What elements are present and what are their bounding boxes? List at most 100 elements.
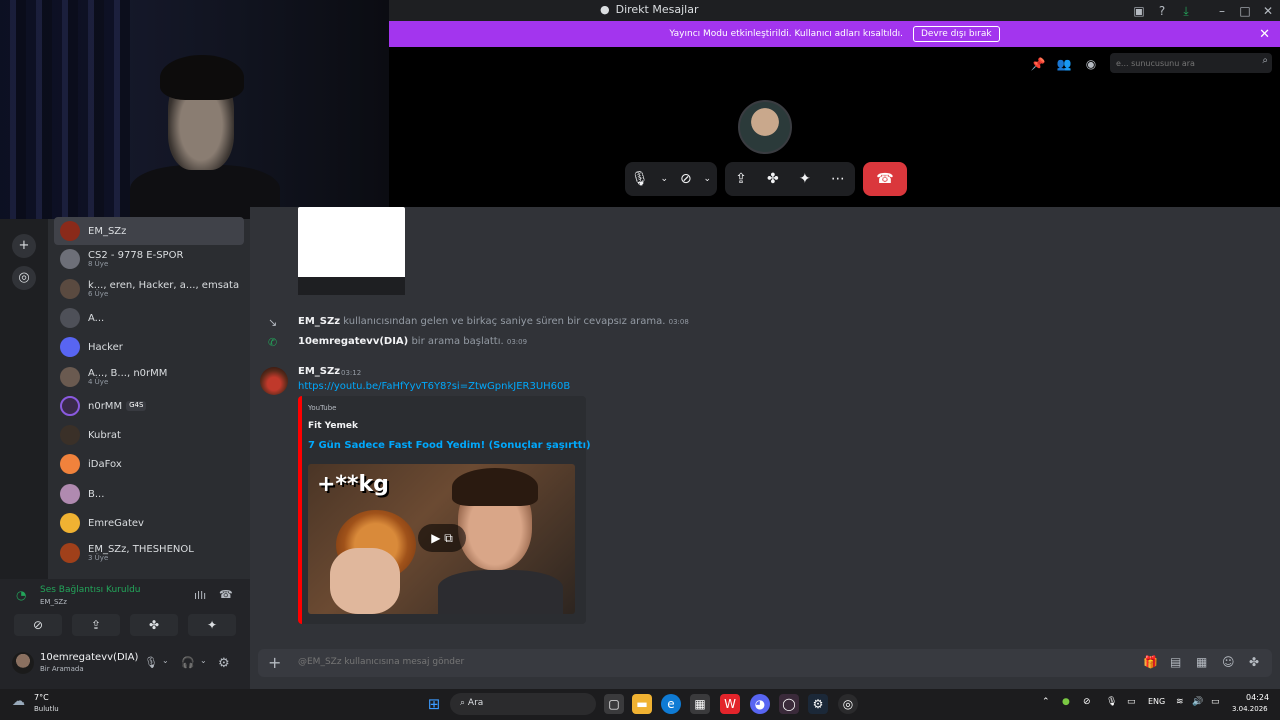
close-window-button[interactable]: ✕ — [1260, 3, 1276, 19]
steam-icon[interactable]: ⚙ — [808, 694, 828, 714]
noise-suppression-icon[interactable]: ıllı — [194, 589, 206, 602]
mic-options-chevron-icon[interactable]: ⌄ — [661, 174, 669, 184]
dm-item[interactable]: B... — [54, 480, 244, 508]
app-icon[interactable]: ◎ — [838, 694, 858, 714]
battery-icon[interactable]: ▭ — [1211, 697, 1220, 707]
share-screen-icon[interactable]: ⇪ — [735, 171, 747, 187]
embed-author[interactable]: Fit Yemek — [308, 421, 358, 431]
embed-title[interactable]: 7 Gün Sadece Fast Food Yedim! (Sonuçlar … — [308, 440, 591, 451]
user-status: Bir Aramada — [40, 665, 84, 673]
wps-office-icon[interactable]: W — [720, 694, 740, 714]
microphone-icon[interactable]: 🎙 — [144, 656, 158, 669]
soundboard-button[interactable]: ✦ — [188, 614, 236, 636]
message-input[interactable] — [298, 657, 898, 667]
mic-chevron-icon[interactable]: ⌄ — [162, 656, 169, 665]
dm-name: EM_SZz, THESHENOL — [88, 543, 194, 555]
play-video-icon[interactable]: ▶ ⧉ — [418, 524, 466, 552]
maximize-button[interactable]: □ — [1237, 3, 1253, 19]
dm-item[interactable]: k..., eren, Hacker, a..., emsata 6 Üye — [54, 275, 244, 303]
activity-controls: ⇪ ✤ ✦ ⋯ — [725, 162, 855, 196]
activities-button[interactable]: ✤ — [130, 614, 178, 636]
disconnect-call-button[interactable]: ☎ — [863, 162, 907, 196]
activities-icon[interactable]: ✤ — [767, 171, 779, 187]
message-link[interactable]: https://youtu.be/FaHfYyvT6Y8?si=ZtwGpnkJ… — [298, 381, 570, 392]
file-explorer-icon[interactable]: ▬ — [632, 694, 652, 714]
sticker-icon[interactable]: ▦ — [1196, 655, 1207, 669]
system-author[interactable]: 10emregatevv(DIA) — [298, 336, 408, 347]
attach-plus-icon[interactable]: + — [268, 653, 281, 672]
settings-gear-icon[interactable]: ⚙ — [218, 656, 230, 671]
dm-item[interactable]: Hacker — [54, 333, 244, 361]
share-screen-button[interactable]: ⇪ — [72, 614, 120, 636]
signal-icon: ◔ — [16, 588, 27, 602]
dm-item[interactable]: iDaFox — [54, 450, 244, 478]
pin-icon[interactable]: 📌 — [1030, 56, 1046, 72]
headphones-chevron-icon[interactable]: ⌄ — [200, 656, 207, 665]
minimize-button[interactable]: – — [1214, 3, 1230, 19]
discord-taskbar-icon[interactable]: ◕ — [750, 694, 770, 714]
clock-time[interactable]: 04:24 — [1246, 693, 1269, 702]
dm-item[interactable]: CS2 - 9778 E-SPOR 8 Üye — [54, 245, 244, 273]
dm-item[interactable]: n0rMM G4S — [54, 392, 244, 420]
user-avatar[interactable] — [12, 652, 34, 674]
dm-item[interactable]: EM_SZz, THESHENOL 3 Üye — [54, 539, 244, 567]
dm-item[interactable]: EM_SZz — [54, 217, 244, 245]
add-friend-icon[interactable]: 👥 — [1056, 56, 1072, 72]
avatar — [60, 396, 80, 416]
input-language[interactable]: ENG — [1148, 697, 1165, 706]
screen-share-icon[interactable]: ▣ — [1131, 3, 1147, 19]
task-view-icon[interactable]: ▢ — [604, 694, 624, 714]
voice-channel: EM_SZz — [40, 598, 67, 606]
search-input[interactable] — [1110, 53, 1272, 73]
more-options-icon[interactable]: ⋯ — [831, 171, 845, 187]
add-server-icon[interactable]: + — [12, 234, 36, 258]
gif-icon[interactable]: ▤ — [1170, 655, 1181, 669]
voice-status[interactable]: Ses Bağlantısı Kuruldu — [40, 585, 140, 595]
apps-icon[interactable]: ✤ — [1249, 655, 1259, 669]
avatar — [60, 454, 80, 474]
call-started-icon: ✆ — [268, 336, 278, 349]
volume-icon[interactable]: 🔊 — [1192, 697, 1203, 707]
help-icon[interactable]: ? — [1154, 3, 1170, 19]
soundboard-icon[interactable]: ✦ — [799, 171, 811, 187]
weather-icon[interactable]: ☁ — [12, 694, 25, 709]
call-participant-avatar[interactable] — [738, 100, 792, 154]
dm-item[interactable]: Kubrat — [54, 421, 244, 449]
dm-item[interactable]: A..., B..., n0rMM 4 Üye — [54, 363, 244, 391]
opera-gx-icon[interactable]: ◯ — [779, 694, 799, 714]
message-avatar[interactable] — [260, 367, 288, 395]
tray-camera-icon[interactable]: ⊘ — [1083, 697, 1091, 707]
edge-browser-icon[interactable]: e — [661, 694, 681, 714]
banner-close-icon[interactable]: ✕ — [1259, 27, 1270, 42]
clock-date[interactable]: 3.04.2026 — [1232, 705, 1268, 713]
system-author[interactable]: EM_SZz — [298, 316, 340, 327]
headphones-icon[interactable]: 🎧 — [181, 656, 195, 669]
dm-name: k..., eren, Hacker, a..., emsata — [88, 279, 240, 291]
tray-notification-icon[interactable]: ▭ — [1127, 697, 1136, 707]
message-author[interactable]: EM_SZz — [298, 366, 340, 377]
tray-app-icon[interactable]: ● — [1062, 697, 1070, 707]
download-icon[interactable]: ⤓ — [1178, 3, 1194, 19]
gift-icon[interactable]: 🎁 — [1143, 655, 1158, 669]
disable-streamer-mode-button[interactable]: Devre dışı bırak — [912, 26, 1000, 42]
discover-icon[interactable]: ◎ — [12, 266, 36, 290]
dm-name: iDaFox — [88, 458, 122, 470]
profile-icon[interactable]: ◉ — [1083, 56, 1099, 72]
disconnect-icon[interactable]: ☎ — [219, 588, 233, 601]
microphone-icon[interactable]: 🎙 — [631, 171, 649, 187]
wifi-icon[interactable]: ≋ — [1176, 697, 1184, 707]
dm-name: n0rMM — [88, 400, 123, 412]
tray-overflow-icon[interactable]: ⌃ — [1042, 697, 1050, 707]
tray-mic-icon[interactable]: 🎙 — [1106, 697, 1117, 707]
camera-options-chevron-icon[interactable]: ⌄ — [704, 174, 712, 184]
dm-item[interactable]: EmreGatev — [54, 509, 244, 537]
camera-off-icon[interactable]: ⊘ — [680, 171, 692, 187]
taskbar-search[interactable]: ⌕ Ara — [450, 693, 596, 715]
camera-off-button[interactable]: ⊘ — [14, 614, 62, 636]
store-icon[interactable]: ▦ — [690, 694, 710, 714]
emoji-icon[interactable]: ☺ — [1222, 655, 1235, 669]
system-message-missed-call: EM_SZz kullanıcısından gelen ve birkaç s… — [298, 316, 689, 327]
start-menu-icon[interactable]: ⊞ — [424, 694, 444, 714]
dm-item[interactable]: A... — [54, 304, 244, 332]
missed-call-icon: ↘ — [268, 316, 278, 329]
